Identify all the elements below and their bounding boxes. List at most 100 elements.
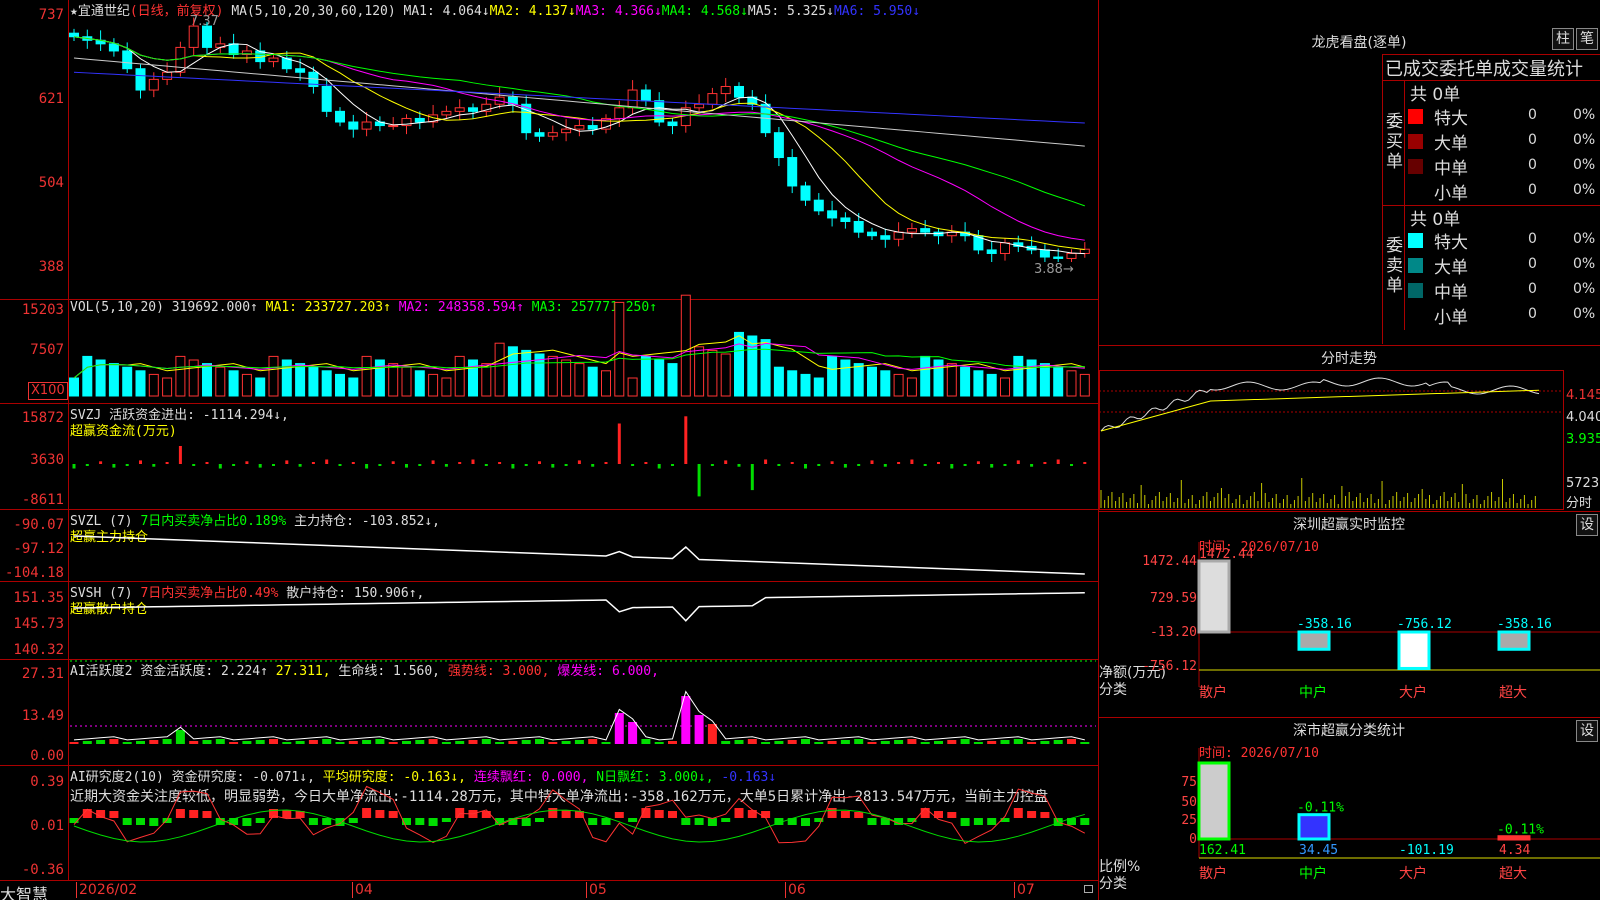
candle-body [1000, 242, 1010, 254]
ai-active-panel[interactable]: AI活跃度2 资金活跃度: 2.224↑ 27.311, 生命线: 1.560,… [0, 660, 1098, 766]
color-swatch [1408, 233, 1423, 248]
active-bar [548, 742, 558, 744]
research-bar [561, 810, 571, 818]
lhb-row: 特大 0 0% [1408, 228, 1600, 253]
active-bar [375, 739, 385, 744]
active-bar [69, 742, 79, 744]
research-bar [668, 811, 677, 818]
ai-research-panel[interactable]: AI研究度2(10) 资金研究度: -0.071↓, 平均研究度: -0.163… [0, 766, 1098, 880]
active-bar [535, 739, 544, 744]
research-bar [654, 810, 664, 818]
active-bar [282, 742, 292, 744]
active-bar [495, 742, 505, 744]
volume-bar [893, 373, 904, 397]
classify-value: -101.19 [1399, 843, 1454, 858]
row-count: 0 [1528, 231, 1537, 247]
flow-bar [804, 464, 807, 469]
volume-panel[interactable]: VOL(5,10,20) 319692.000↑ MA1: 233727.203… [0, 294, 1098, 404]
candle-body [906, 228, 917, 233]
active-bar [1067, 739, 1076, 744]
flow-bar [843, 464, 847, 468]
flow-bar [192, 464, 196, 466]
candle-body [800, 185, 811, 201]
active-bar [827, 741, 837, 744]
lock-icon[interactable] [1084, 885, 1093, 893]
flow-bar [232, 464, 236, 466]
price-panel[interactable]: ★宜通世纪(日线，前复权) MA(5,10,20,30,60,120) MA1:… [0, 0, 1098, 300]
svzj-panel[interactable]: SVZJ 活跃资金进出: -1114.294↓, 超赢资金流(万元) 15872… [0, 404, 1098, 510]
research-bar [362, 808, 372, 818]
volume-bar [361, 355, 372, 397]
active-bar [455, 741, 465, 744]
active-bar [574, 740, 584, 744]
flow-bar [1043, 462, 1047, 464]
monitor-tick: 1472.44 [1142, 554, 1197, 569]
monitor-bar [1197, 559, 1231, 634]
volume-bar [468, 359, 478, 397]
ai-research-chart [69, 785, 1090, 845]
candle-body [667, 121, 678, 127]
research-bar [801, 818, 810, 826]
candle-body [468, 107, 478, 112]
active-bar [801, 739, 810, 744]
flow-bar [85, 464, 89, 466]
flow-bar [285, 460, 289, 464]
active-bar [122, 742, 132, 744]
research-bar [481, 811, 491, 818]
candle-body [787, 157, 798, 187]
volume-bar [1053, 366, 1064, 397]
active-bar [1053, 740, 1063, 744]
monitor-tick: -13.20 [1150, 625, 1197, 640]
color-swatch [1408, 159, 1423, 174]
research-bar [189, 810, 199, 818]
flow-bar [976, 461, 980, 464]
research-bar [548, 808, 558, 818]
research-bar [242, 818, 252, 826]
row-count: 0 [1528, 182, 1537, 198]
flow-bar [910, 459, 914, 464]
row-pct: 0% [1573, 231, 1596, 247]
volume-bar [986, 373, 997, 397]
candle-body [813, 199, 824, 212]
research-bar [628, 818, 638, 822]
flow-bar [311, 462, 315, 464]
flow-bar [577, 460, 581, 464]
volume-bar [414, 370, 425, 397]
intraday-chart [1099, 377, 1564, 508]
svzl-panel[interactable]: SVZL (7) 7日内买卖净占比0.189% 主力持仓: -103.852↓,… [0, 510, 1098, 582]
flow-bar [817, 464, 821, 466]
monitor-chart: 1472.44 729.59 -13.20 -756.12 1472.44 散户 -358.… [1142, 542, 1600, 701]
flow-bar [511, 464, 515, 469]
monitor-bar [1297, 630, 1331, 651]
flow-bar [950, 464, 954, 469]
active-bar [854, 739, 864, 744]
candle-body [893, 231, 904, 240]
classify-chart: 75 50 25 0162.41 散户 -0.11% 34.45 中户 -101.19 大户 -0.… [1181, 748, 1600, 882]
tick-mode-button[interactable]: 笔 [1576, 28, 1598, 50]
volume-bar [946, 363, 957, 397]
candle-body [547, 132, 558, 137]
research-bar [375, 810, 385, 818]
research-bar [1080, 818, 1090, 825]
candle-body [587, 125, 598, 130]
svsh-panel[interactable]: SVSH (7) 7日内买卖净占比0.49% 散户持仓: 150.906↑, 超… [0, 582, 1098, 660]
active-bar [641, 739, 651, 744]
ma-line-10 [73, 36, 1085, 251]
active-bar [202, 740, 212, 744]
candle-body [707, 93, 718, 105]
research-bar [867, 818, 877, 825]
flow-bar [764, 459, 768, 464]
candle-body [441, 110, 452, 116]
research-bar [388, 811, 398, 818]
flow-bar [591, 464, 595, 467]
candle-body [574, 125, 585, 130]
volume-bar [1000, 377, 1010, 397]
lhb-row: 大单 0 0% [1408, 129, 1600, 154]
volume-bar [202, 363, 212, 397]
active-bar [668, 741, 677, 744]
flow-bar [857, 464, 861, 466]
bar-mode-button[interactable]: 柱 [1552, 28, 1574, 50]
volume-bar [920, 355, 931, 397]
candlestick-chart[interactable] [0, 0, 1098, 300]
intraday-panel[interactable]: 分时走势 4.145 4.040 3.935 5723 分时 [1099, 346, 1600, 512]
